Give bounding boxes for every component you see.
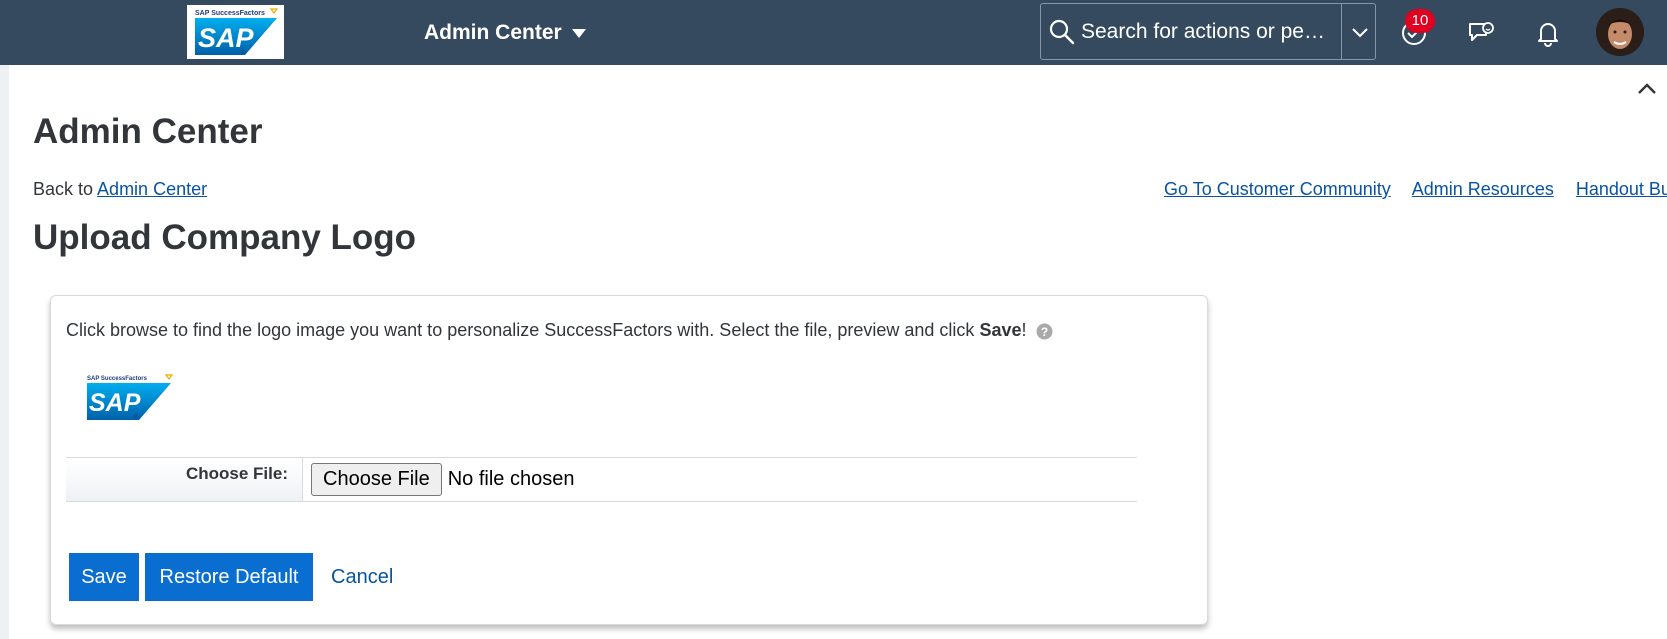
avatar-photo-icon <box>1596 8 1644 56</box>
file-input[interactable]: Choose File No file chosen <box>303 458 574 501</box>
chevron-down-icon <box>1352 27 1368 37</box>
file-field-label: Choose File: <box>66 458 303 501</box>
back-prefix: Back to <box>33 179 94 199</box>
instructions-save-word: Save <box>979 320 1022 340</box>
search-icon <box>1049 19 1075 44</box>
help-icon[interactable]: ? <box>1036 323 1053 340</box>
search-input[interactable]: Search for actions or peo... <box>1081 20 1333 44</box>
svg-text:SAP SuccessFactors: SAP SuccessFactors <box>87 376 148 382</box>
left-edge-strip <box>0 65 9 639</box>
section-title: Upload Company Logo <box>33 218 417 257</box>
restore-default-button[interactable]: Restore Default <box>145 553 313 601</box>
save-button[interactable]: Save <box>69 553 139 601</box>
search-divider <box>1341 4 1342 59</box>
logo-preview: SAP SuccessFactors SAP ® <box>87 374 174 421</box>
global-search[interactable]: Search for actions or peo... <box>1040 3 1376 60</box>
handout-builder-link[interactable]: Handout Builder <box>1576 179 1667 199</box>
caret-down-icon <box>571 28 586 38</box>
collapse-header-icon[interactable] <box>1636 78 1658 100</box>
svg-text:SAP SuccessFactors: SAP SuccessFactors <box>195 10 265 17</box>
company-logo[interactable]: SAP SuccessFactors SAP ® <box>187 5 284 59</box>
svg-text:SAP: SAP <box>198 23 255 53</box>
search-scope-dropdown[interactable] <box>1343 4 1377 59</box>
instructions-prefix: Click browse to find the logo image you … <box>66 320 980 340</box>
svg-text:®: ® <box>241 49 246 56</box>
admin-resources-link[interactable]: Admin Resources <box>1412 179 1554 199</box>
user-avatar[interactable] <box>1596 8 1644 56</box>
customer-community-link[interactable]: Go To Customer Community <box>1164 179 1391 199</box>
notification-count-badge: 10 <box>1405 9 1435 33</box>
instructions-suffix: ! <box>1021 320 1027 340</box>
product-switch-menu[interactable]: Admin Center <box>424 19 586 47</box>
back-to-admin-center-link[interactable]: Admin Center <box>97 179 207 199</box>
shell-bar: SAP SuccessFactors SAP ® Admin Center Se… <box>0 0 1667 65</box>
file-upload-row: Choose File: Choose File No file chosen <box>66 457 1137 502</box>
file-status-text: No file chosen <box>447 468 575 490</box>
svg-text:SAP: SAP <box>89 389 141 417</box>
cancel-button[interactable]: Cancel <box>319 553 405 601</box>
resource-links: Go To Customer Community Admin Resources… <box>1164 179 1667 200</box>
choose-file-button[interactable]: Choose File <box>311 463 442 496</box>
bell-icon[interactable] <box>1533 18 1563 48</box>
svg-text:?: ? <box>1040 325 1047 339</box>
page-title: Admin Center <box>33 112 263 151</box>
breadcrumb: Back to Admin Center <box>33 179 207 200</box>
product-menu-label: Admin Center <box>424 21 562 44</box>
feedback-chat-icon[interactable] <box>1466 18 1496 48</box>
svg-text:®: ® <box>134 414 139 421</box>
instructions-text: Click browse to find the logo image you … <box>66 320 1053 341</box>
sap-logo-icon: SAP SuccessFactors SAP ® <box>195 8 279 56</box>
upload-logo-panel: Click browse to find the logo image you … <box>50 295 1208 625</box>
